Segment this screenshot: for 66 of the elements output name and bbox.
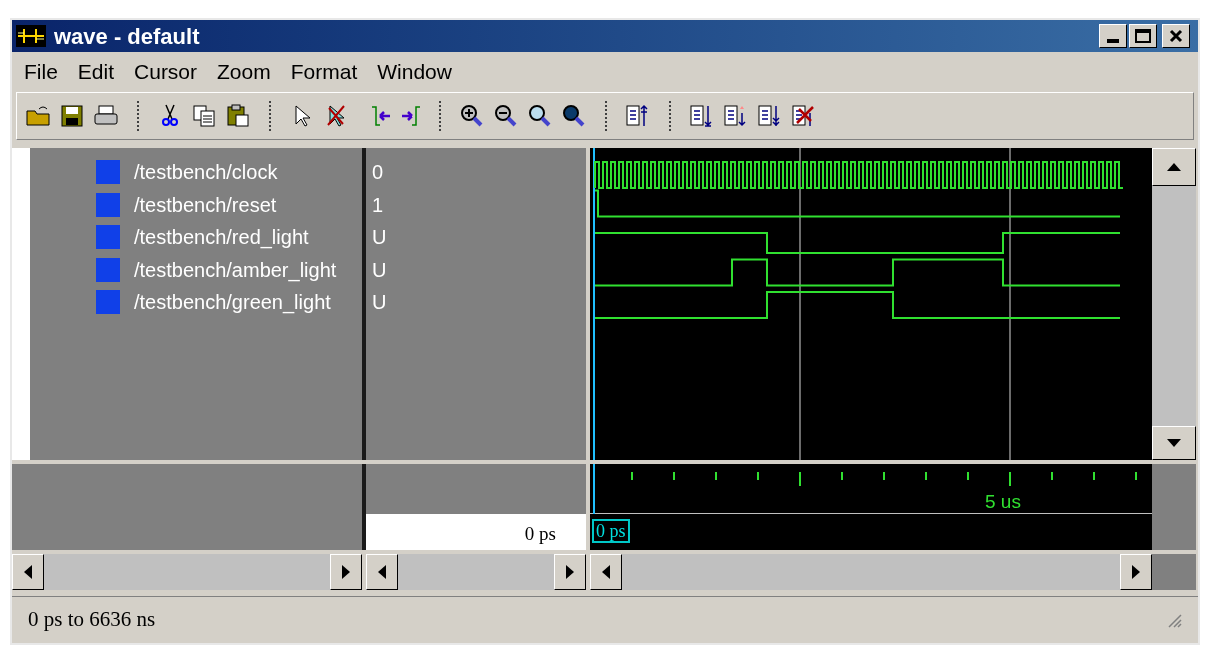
scroll-down-button[interactable] [1152, 426, 1196, 460]
signal-value: U [372, 257, 387, 283]
scroll-left-button[interactable] [590, 554, 622, 590]
scroll-right-button[interactable] [1120, 554, 1152, 590]
menu-item[interactable]: Format [290, 56, 358, 88]
signal-name[interactable]: /testbench/amber_light [134, 254, 337, 285]
zoom-out-icon[interactable] [493, 103, 519, 129]
list-double-down-icon[interactable] [757, 103, 783, 129]
menu-item[interactable]: Cursor [134, 56, 198, 88]
menu-item[interactable]: Window [377, 56, 452, 88]
bracket-arrows-icon[interactable] [371, 103, 421, 129]
scroll-left-button[interactable] [366, 554, 398, 590]
signal-value: U [372, 225, 387, 251]
left-arrow-icon [602, 565, 610, 579]
magnifier-icon[interactable] [527, 103, 553, 129]
vertical-scrollbar[interactable] [1152, 148, 1196, 460]
minimize-button[interactable] [1099, 24, 1127, 48]
signal-name[interactable]: /testbench/clock [134, 157, 278, 188]
tick-label: 5 us [985, 490, 1021, 514]
signal-name[interactable]: /testbench/green_light [134, 287, 331, 318]
paste-icon[interactable] [225, 103, 251, 129]
signal-name[interactable]: /testbench/red_light [134, 222, 309, 253]
menu-item[interactable]: Zoom [217, 56, 271, 88]
up-arrow-icon [1167, 163, 1181, 171]
zoom-in-icon[interactable] [459, 103, 485, 129]
resize-grip-icon [1166, 612, 1182, 628]
signal-marker-icon [96, 192, 120, 217]
signal-name[interactable]: /testbench/reset [134, 189, 277, 220]
list-delete-icon[interactable] [791, 103, 817, 129]
open-folder-icon[interactable] [25, 103, 51, 129]
signal-marker-icon [96, 225, 120, 250]
signal-marker-icon [96, 160, 120, 185]
close-icon [1169, 29, 1183, 43]
right-arrow-icon [1132, 565, 1140, 579]
dark-magnifier-icon[interactable] [561, 103, 587, 129]
menu-item[interactable]: Edit [77, 56, 115, 88]
maximize-icon [1135, 29, 1151, 43]
signal-marker-icon [96, 290, 120, 315]
copy-icon[interactable] [191, 103, 217, 129]
horizontal-scrollbar[interactable] [590, 554, 1152, 590]
maximize-button[interactable] [1129, 24, 1157, 48]
signal-value: 1 [372, 192, 384, 218]
right-arrow-icon [566, 565, 574, 579]
scroll-up-button[interactable] [1152, 148, 1196, 186]
signal-marker-icon [96, 257, 120, 282]
scrollbar-corner [1152, 554, 1196, 590]
left-arrow-icon [24, 565, 32, 579]
waveform-icon [16, 25, 46, 47]
status-text: 0 ps to 6636 ns [28, 606, 157, 634]
scroll-right-button[interactable] [554, 554, 586, 590]
signal-value: U [372, 290, 387, 316]
down-arrow-icon [1167, 439, 1181, 447]
cursor-time-label: 0 ps [592, 519, 630, 543]
list-down-arrow-icon[interactable] [689, 103, 715, 129]
left-arrow-icon [378, 565, 386, 579]
right-arrow-icon [342, 565, 350, 579]
save-icon[interactable] [59, 103, 85, 129]
scroll-left-button[interactable] [12, 554, 44, 590]
window-title: wave - default [54, 22, 201, 51]
scroll-right-button[interactable] [330, 554, 362, 590]
menu-item[interactable]: File [24, 56, 58, 88]
cursor-time-value: 0 ps [366, 514, 586, 550]
signal-value: 0 [372, 160, 384, 186]
minimize-icon [1107, 39, 1119, 43]
list-up-down-icon[interactable] [723, 103, 749, 129]
close-button[interactable] [1162, 24, 1190, 48]
